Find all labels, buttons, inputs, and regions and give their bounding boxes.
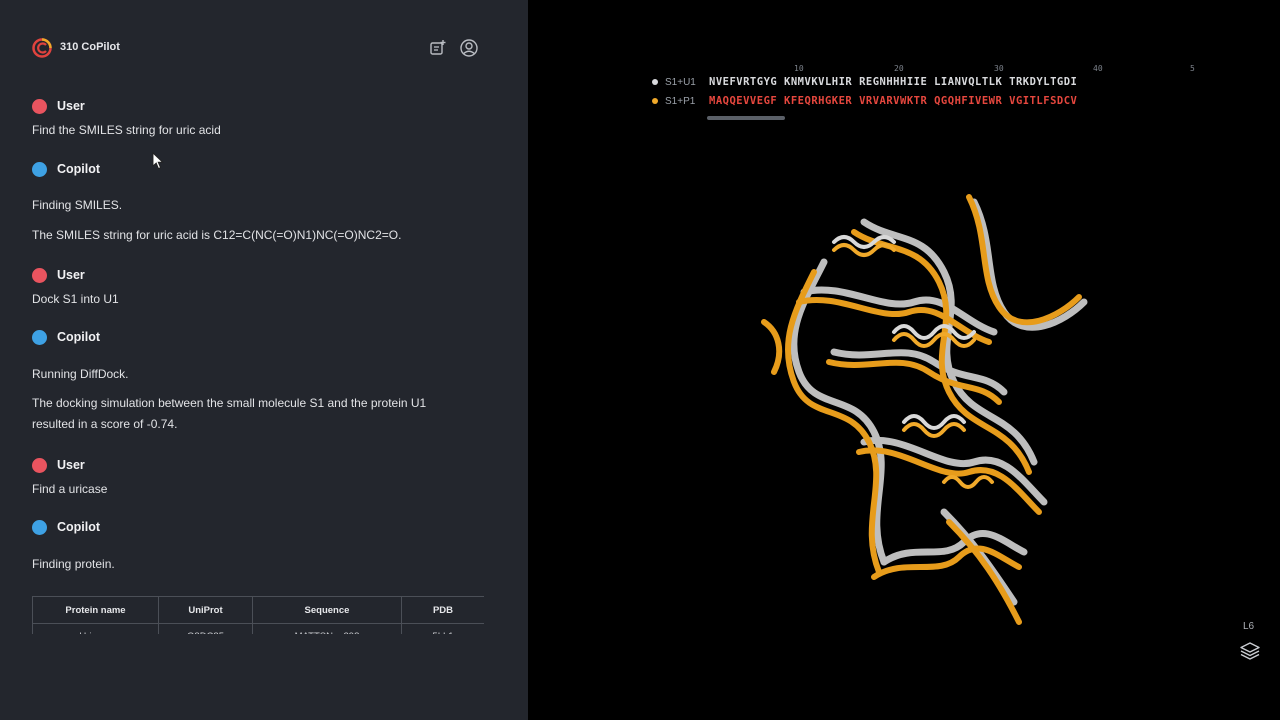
copilot-message-text: The docking simulation between the small… [32, 396, 427, 431]
table-cell: 5LL1 [401, 623, 484, 634]
layers-icon[interactable] [1239, 641, 1261, 661]
role-label: Copilot [57, 520, 101, 534]
sequence-tick: 10 [794, 64, 804, 73]
column-header[interactable]: Protein name [32, 596, 159, 624]
sequence-tick: 20 [894, 64, 904, 73]
table-cell: Uricase [32, 623, 159, 634]
sequence-tick: 30 [994, 64, 1004, 73]
sequence-scrollbar-thumb[interactable] [707, 116, 785, 120]
sequence-row-s1-u1[interactable]: S1+U1 NVEFVRTGYG KNMVKVLHIR REGNHHHIIE L… [652, 75, 1077, 89]
layer-label: L6 [1243, 621, 1255, 632]
role-label: User [57, 268, 85, 282]
table-row[interactable]: Uricase Q8DC85 MATTSN... 298 5LL1 [32, 623, 484, 634]
table-cell: Q8DC85 [158, 623, 253, 634]
user-avatar-dot [32, 98, 47, 114]
sequence-color-dot [652, 98, 658, 104]
protein-results-table: Protein name UniProt Sequence PDB Uricas… [32, 596, 484, 634]
table-header-row: Protein name UniProt Sequence PDB [32, 596, 484, 624]
message-role-user: User [32, 97, 85, 115]
role-label: Copilot [57, 162, 101, 176]
sequence-color-dot [652, 79, 658, 85]
role-label: Copilot [57, 330, 101, 344]
copilot-message-text: The SMILES string for uric acid is C12=C… [32, 228, 402, 242]
molecule-viewer[interactable]: 10 20 30 40 5 S1+U1 NVEFVRTGYG KNMVKVLHI… [528, 0, 1280, 720]
message-role-copilot: Copilot [32, 328, 100, 346]
message-role-copilot: Copilot [32, 160, 100, 178]
sequence-viewer[interactable]: 10 20 30 40 5 S1+U1 NVEFVRTGYG KNMVKVLHI… [652, 62, 1197, 124]
app-logo-icon [32, 38, 52, 58]
table-cell: MATTSN... 298 [252, 623, 402, 634]
role-label: User [57, 99, 85, 113]
copilot-avatar-dot [32, 329, 47, 345]
app-header: 310 CoPilot [32, 36, 480, 60]
copilot-status-text: Finding SMILES. [32, 198, 123, 212]
user-avatar-dot [32, 457, 47, 473]
column-header[interactable]: PDB [401, 596, 484, 624]
sequence-tick: 5 [1190, 64, 1195, 73]
sequence-row-s1-p1[interactable]: S1+P1 MAQQEVVEGF KFEQRHGKER VRVARVWKTR Q… [652, 94, 1077, 108]
user-avatar-dot [32, 267, 47, 283]
user-message-text: Find the SMILES string for uric acid [32, 123, 221, 137]
column-header[interactable]: UniProt [158, 596, 253, 624]
copilot-avatar-dot [32, 519, 47, 535]
message-role-user: User [32, 266, 85, 284]
sequence-label: S1+P1 [665, 95, 696, 107]
sequence-label: S1+U1 [665, 76, 696, 88]
user-message-text: Find a uricase [32, 482, 108, 496]
mouse-cursor-icon [152, 152, 164, 170]
chat-panel: 310 CoPilot User Find the SMILES string … [0, 0, 528, 720]
message-role-copilot: Copilot [32, 518, 100, 536]
user-message-text: Dock S1 into U1 [32, 292, 119, 306]
copilot-status-text: Running DiffDock. [32, 367, 129, 381]
protein-structure-3d[interactable] [744, 182, 1104, 638]
copilot-status-text: Finding protein. [32, 557, 115, 571]
sequence-tick: 40 [1093, 64, 1103, 73]
sequence-residues[interactable]: MAQQEVVEGF KFEQRHGKER VRVARVWKTR QGQHFIV… [709, 95, 1077, 107]
message-role-user: User [32, 456, 85, 474]
column-header[interactable]: Sequence [252, 596, 402, 624]
account-icon[interactable] [459, 38, 479, 58]
role-label: User [57, 458, 85, 472]
copilot-avatar-dot [32, 161, 47, 177]
app-title: 310 CoPilot [60, 41, 120, 53]
sequence-residues[interactable]: NVEFVRTGYG KNMVKVLHIR REGNHHHIIE LIANVQL… [709, 76, 1077, 88]
new-chat-icon[interactable] [428, 38, 448, 58]
